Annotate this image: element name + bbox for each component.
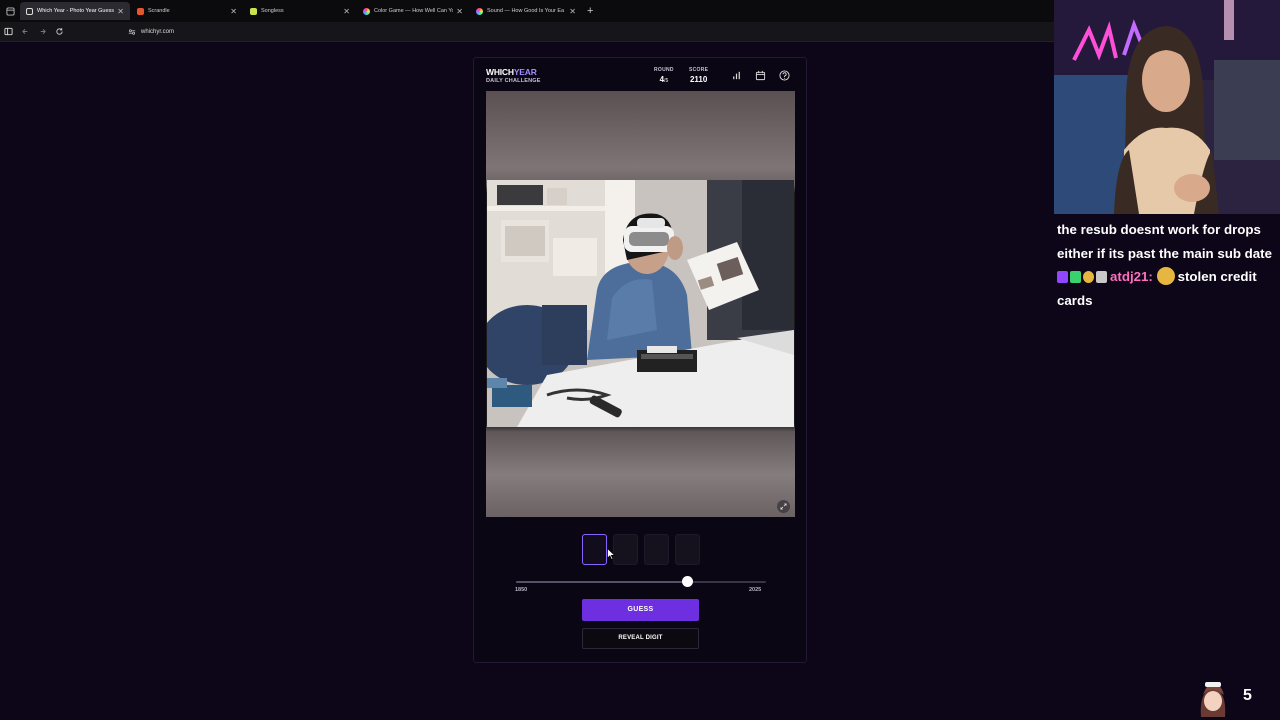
songless-favicon-icon — [250, 7, 257, 15]
address-bar: whichyr.com — [0, 22, 1054, 42]
round-indicator: ROUND 4/5 — [654, 67, 674, 84]
tab-menu-icon[interactable] — [0, 0, 20, 22]
tab-songless[interactable]: Songless ✕ — [244, 2, 356, 20]
digit-input-2[interactable] — [613, 534, 638, 565]
new-tab-button[interactable]: + — [587, 5, 593, 17]
chat-badges — [1057, 271, 1107, 283]
tab-sound[interactable]: Sound — How Good Is Your Ea ✕ — [470, 2, 582, 20]
reveal-digit-button[interactable]: REVEAL DIGIT — [582, 628, 699, 649]
tab-close-icon[interactable]: ✕ — [117, 7, 124, 16]
calendar-icon — [755, 70, 765, 80]
chat-message: the resub doesnt work for drops either i… — [1057, 222, 1273, 261]
site-info-icon[interactable] — [128, 28, 136, 36]
scrandle-favicon-icon — [137, 7, 144, 15]
vr-headset-photo — [487, 180, 794, 427]
bar-chart-icon — [732, 71, 740, 79]
slider-max-label: 2025 — [749, 587, 762, 593]
slider-min-label: 1850 — [515, 587, 528, 593]
logo-year: YEAR — [513, 67, 537, 77]
tab-close-icon[interactable]: ✕ — [230, 7, 237, 16]
subscriber-badge-icon — [1057, 271, 1068, 283]
reload-icon[interactable] — [51, 22, 68, 42]
guess-button[interactable]: GUESS — [582, 599, 699, 621]
round-total: /5 — [664, 78, 669, 84]
tab-title: Songless — [261, 8, 284, 14]
logo-which: WHICH — [486, 67, 514, 77]
chat-message: atdj21: stolen credit cards — [1057, 265, 1277, 312]
round-label: ROUND — [654, 67, 674, 73]
url-text: whichyr.com — [141, 28, 175, 35]
mouse-cursor-icon — [607, 548, 615, 560]
emoji-badge-icon — [1083, 271, 1094, 283]
sidebar-toggle-icon[interactable] — [0, 22, 17, 42]
browser-tab-bar: Which Year - Photo Year Guessi ✕ Scrandl… — [0, 0, 1054, 22]
tab-close-icon[interactable]: ✕ — [456, 7, 463, 16]
score-indicator: SCORE 2110 — [689, 67, 708, 84]
help-button[interactable] — [775, 66, 793, 84]
color-game-favicon-icon — [363, 7, 370, 15]
question-mark-icon — [778, 69, 790, 81]
score-value: 2110 — [689, 75, 708, 84]
tab-close-icon[interactable]: ✕ — [343, 7, 350, 16]
slider-fill — [516, 581, 688, 583]
year-slider[interactable] — [516, 576, 766, 587]
chat-username: atdj21: — [1110, 269, 1153, 284]
stream-chat: the resub doesnt work for drops either i… — [1057, 218, 1277, 312]
tab-title: Sound — How Good Is Your Ea — [487, 8, 565, 14]
digit-input-3[interactable] — [644, 534, 669, 565]
webcam-feed — [1054, 0, 1280, 214]
game-panel: WHICHYEAR DAILY CHALLENGE ROUND 4/5 SCOR… — [473, 57, 807, 663]
digit-input-1[interactable] — [582, 534, 607, 565]
viewer-count: 5 — [1243, 687, 1252, 704]
score-label: SCORE — [689, 67, 709, 73]
year-digit-inputs — [582, 534, 700, 565]
forward-arrow-icon[interactable] — [34, 22, 51, 42]
photo-frame — [486, 91, 795, 517]
anime-avatar-icon — [1200, 682, 1226, 717]
digit-input-4[interactable] — [675, 534, 700, 565]
daily-challenge-label: DAILY CHALLENGE — [486, 78, 541, 84]
sound-favicon-icon — [476, 7, 483, 15]
tab-close-icon[interactable]: ✕ — [569, 7, 576, 16]
check-badge-icon — [1070, 271, 1081, 283]
expand-icon — [780, 503, 787, 510]
viewer-count-widget: 5 — [1197, 681, 1267, 717]
slider-thumb[interactable] — [682, 576, 694, 587]
tab-color-game[interactable]: Color Game — How Well Can Yo ✕ — [357, 2, 469, 20]
url-field[interactable]: whichyr.com — [128, 28, 174, 36]
calendar-button[interactable] — [751, 66, 769, 84]
stats-button[interactable] — [727, 66, 745, 84]
tab-scrandle[interactable]: Scrandle ✕ — [131, 2, 243, 20]
mute-speaker-icon — [1096, 271, 1107, 283]
tab-which-year[interactable]: Which Year - Photo Year Guessi ✕ — [20, 2, 130, 20]
app-logo[interactable]: WHICHYEAR DAILY CHALLENGE — [486, 67, 541, 84]
tab-title: Which Year - Photo Year Guessi — [37, 8, 115, 14]
thinking-emote-icon — [1156, 267, 1175, 285]
back-arrow-icon[interactable] — [17, 22, 34, 42]
expand-photo-button[interactable] — [777, 500, 790, 513]
which-year-favicon-icon — [26, 7, 33, 15]
tab-title: Scrandle — [148, 8, 170, 14]
tab-title: Color Game — How Well Can Yo — [374, 8, 454, 14]
